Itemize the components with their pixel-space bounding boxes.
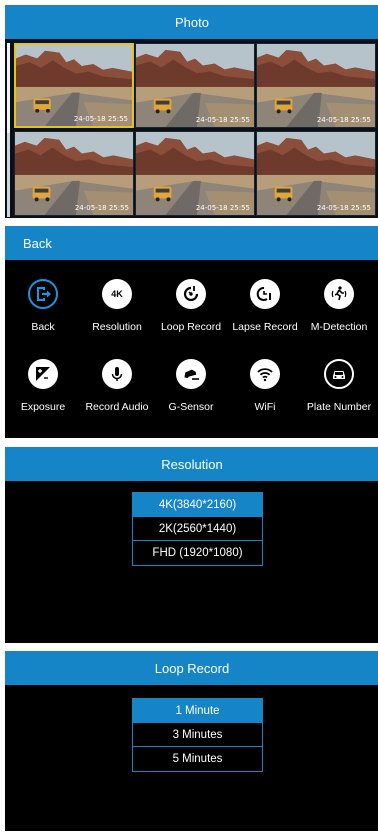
- menu-item-m-detection[interactable]: M-Detection: [301, 279, 377, 333]
- menu-title: Back: [5, 226, 378, 260]
- photo-timestamp: 24-05-18 25:55: [195, 116, 250, 124]
- loop-record-panel: Loop Record 1 Minute 3 Minutes 5 Minutes: [5, 651, 378, 831]
- motion-detection-icon: [324, 279, 354, 309]
- loop-record-icon: [176, 279, 206, 309]
- loop-record-option-list: 1 Minute 3 Minutes 5 Minutes: [132, 698, 263, 772]
- photo-timestamp: 24-05-18 25:55: [195, 204, 250, 212]
- photo-panel: Photo 24-05-18 25:55 24-05-18 25:55 24-05-…: [5, 5, 378, 218]
- menu-label: Exposure: [20, 401, 66, 413]
- photo-thumbnail[interactable]: 24-05-18 25:55: [135, 43, 255, 128]
- photo-timestamp: 24-05-18 25:55: [74, 204, 129, 212]
- menu-item-g-sensor[interactable]: G-Sensor: [153, 359, 229, 413]
- menu-item-exposure[interactable]: Exposure: [5, 359, 81, 413]
- resolution-option-2k[interactable]: 2K(2560*1440): [133, 517, 262, 541]
- photo-timestamp: 24-05-18 25:55: [316, 116, 371, 124]
- menu-item-wifi[interactable]: WiFi: [227, 359, 303, 413]
- menu-label: Resolution: [92, 321, 142, 333]
- resolution-option-4k[interactable]: 4K(3840*2160): [133, 493, 262, 517]
- menu-item-back[interactable]: Back: [5, 279, 81, 333]
- photo-timestamp: 24-05-18 25:55: [316, 204, 371, 212]
- menu-label: Plate Number: [306, 401, 372, 413]
- loop-option-3-minutes[interactable]: 3 Minutes: [133, 723, 262, 747]
- photo-timestamp: 24-05-18 25:55: [73, 115, 128, 123]
- photo-thumbnail[interactable]: 24-05-18 25:55: [256, 131, 376, 216]
- resolution-panel: Resolution 4K(3840*2160) 2K(2560*1440) F…: [5, 447, 378, 643]
- loop-option-5-minutes[interactable]: 5 Minutes: [133, 747, 262, 771]
- loop-record-title: Loop Record: [5, 651, 378, 685]
- menu-label: Loop Record: [160, 321, 222, 333]
- resolution-option-fhd[interactable]: FHD (1920*1080): [133, 541, 262, 565]
- menu-item-lapse-record[interactable]: Lapse Record: [227, 279, 303, 333]
- wifi-icon: [250, 359, 280, 389]
- g-sensor-icon: [176, 359, 206, 389]
- menu-item-loop-record[interactable]: Loop Record: [153, 279, 229, 333]
- lapse-record-icon: [250, 279, 280, 309]
- photo-title: Photo: [5, 5, 378, 39]
- menu-label: Lapse Record: [232, 321, 298, 333]
- photo-thumbnail[interactable]: 24-05-18 25:55: [14, 43, 134, 128]
- photo-thumbnail[interactable]: 24-05-18 25:55: [256, 43, 376, 128]
- menu-item-resolution[interactable]: 4K Resolution: [79, 279, 155, 333]
- resolution-option-list: 4K(3840*2160) 2K(2560*1440) FHD (1920*10…: [132, 492, 263, 566]
- microphone-icon: [102, 359, 132, 389]
- menu-item-record-audio[interactable]: Record Audio: [79, 359, 155, 413]
- settings-menu-panel: Back Back 4K Resolution Loop Record Laps…: [5, 226, 378, 438]
- photo-thumbnail[interactable]: 24-05-18 25:55: [14, 131, 134, 216]
- menu-label: Back: [31, 321, 55, 333]
- scrollbar-thumb[interactable]: [7, 43, 10, 133]
- loop-option-1-minute[interactable]: 1 Minute: [133, 699, 262, 723]
- menu-item-plate-number[interactable]: Plate Number: [301, 359, 377, 413]
- menu-label: Record Audio: [85, 401, 149, 413]
- menu-label: WiFi: [254, 401, 276, 413]
- exit-icon: [28, 279, 58, 309]
- resolution-title: Resolution: [5, 447, 378, 481]
- photo-thumbnail[interactable]: 24-05-18 25:55: [135, 131, 255, 216]
- menu-label: G-Sensor: [168, 401, 214, 413]
- menu-label: M-Detection: [310, 321, 368, 333]
- exposure-icon: [28, 359, 58, 389]
- car-icon: [324, 359, 354, 389]
- 4k-icon: 4K: [102, 279, 132, 309]
